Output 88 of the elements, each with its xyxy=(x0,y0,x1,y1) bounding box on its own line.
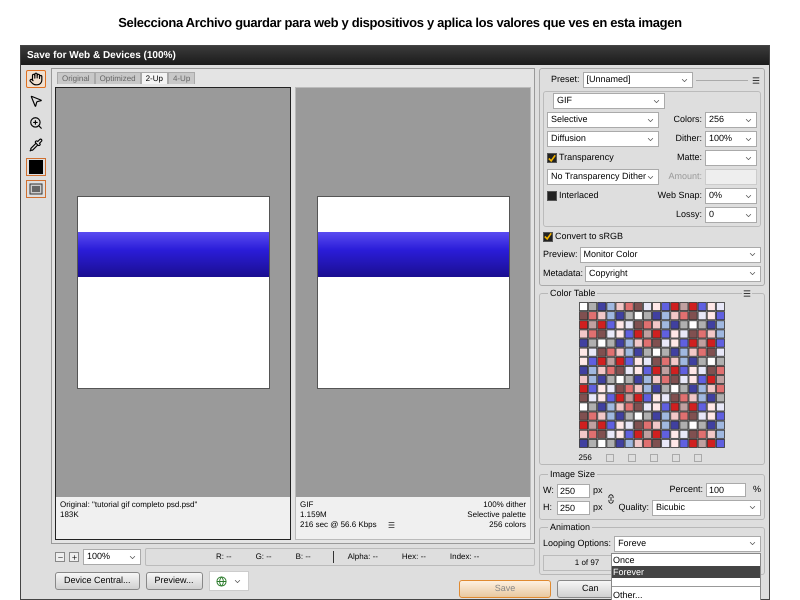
looping-dropdown[interactable]: Foreve xyxy=(614,536,761,552)
checkbox[interactable] xyxy=(543,232,553,242)
field-label: Percent: xyxy=(669,482,703,496)
info-text: GIF xyxy=(300,500,314,510)
tool-button[interactable] xyxy=(26,70,46,88)
quality-dropdown[interactable]: Bicubic xyxy=(652,500,761,516)
chevron-icon xyxy=(748,539,757,548)
preview-pane[interactable]: GIF 1.159M 216 sec @ 56.6 Kbps 100% dither Selective palette 256 colors xyxy=(295,87,531,540)
info-text: 1.159M xyxy=(300,510,327,520)
readout-text: G: -- xyxy=(256,551,272,563)
format-dropdown[interactable]: GIF xyxy=(553,93,665,109)
field-label: Amount: xyxy=(668,170,702,184)
menu-item[interactable]: Forever xyxy=(612,566,760,578)
tool-button[interactable] xyxy=(26,158,46,176)
tool-button[interactable] xyxy=(26,180,46,198)
zoom-icon xyxy=(29,116,43,130)
group-title: Image Size xyxy=(548,468,598,480)
readout-text: Alpha: -- xyxy=(348,551,378,563)
readout-text: Hex: -- xyxy=(402,551,426,563)
globe-icon xyxy=(216,576,227,586)
zoom-dropdown[interactable]: 100% xyxy=(83,549,141,565)
dialog-button[interactable]: Preview... xyxy=(146,572,203,590)
metadata-dropdown[interactable]: Copyright xyxy=(585,266,761,282)
unit-label: % xyxy=(752,482,761,496)
unit-label: px xyxy=(593,500,603,514)
info-text: 216 sec @ 56.6 Kbps xyxy=(300,520,377,530)
field-label: Matte: xyxy=(676,151,702,164)
panel-menu-icon[interactable] xyxy=(751,76,761,84)
view-tab[interactable]: 4-Up xyxy=(168,72,196,84)
info-text: Selective palette xyxy=(467,510,526,520)
info-text: Original: "tutorial gif completo psd.psd" xyxy=(60,500,198,510)
readout-text: R: -- xyxy=(216,551,232,563)
info-text: 256 colors xyxy=(489,520,526,530)
unit-label: px xyxy=(593,484,603,497)
dropdown[interactable]: 256 xyxy=(705,112,757,128)
size-field[interactable]: 250 xyxy=(557,484,590,498)
preset-dropdown[interactable]: [Unnamed] xyxy=(582,72,693,88)
color-count: 256 xyxy=(578,452,592,464)
group-title: Color Table xyxy=(548,288,598,298)
field-label: Metadata: xyxy=(543,266,584,280)
field-label: H: xyxy=(543,500,553,514)
chevron-icon xyxy=(748,250,757,259)
dropdown[interactable]: 0 xyxy=(705,207,757,223)
readout-text: B: -- xyxy=(296,551,311,563)
browser-dropdown[interactable] xyxy=(208,571,249,591)
pointer-icon xyxy=(29,94,43,108)
size-field[interactable]: 250 xyxy=(557,500,590,514)
group-title: Animation xyxy=(548,522,592,532)
plus-icon xyxy=(70,554,78,560)
field-label: Quality: xyxy=(618,500,650,514)
dialog-button[interactable]: Device Central... xyxy=(55,572,140,590)
slices-icon xyxy=(29,182,43,196)
dropdown[interactable]: 0% xyxy=(705,188,757,204)
eyedropper-icon xyxy=(29,138,43,152)
chevron-icon xyxy=(748,503,757,512)
checkbox-label: Interlaced xyxy=(559,189,599,202)
checkbox[interactable] xyxy=(547,191,557,201)
field-label: Lossy: xyxy=(676,208,702,222)
zoom-in-button[interactable] xyxy=(69,552,79,562)
checkbox[interactable] xyxy=(547,153,557,163)
field-label: Preview: xyxy=(543,248,578,261)
info-text: 183K xyxy=(60,510,79,520)
menu-item[interactable]: Once xyxy=(612,554,760,566)
dropdown[interactable]: Diffusion xyxy=(547,131,659,147)
field-label: Colors: xyxy=(673,113,702,126)
instruction-heading: Selecciona Archivo guardar para web y dispositivos y aplica los valores que ves en esta imagen xyxy=(118,14,682,32)
dropdown[interactable]: Selective xyxy=(547,112,659,128)
field-label: Web Snap: xyxy=(658,189,702,202)
view-tab[interactable]: 2-Up xyxy=(140,72,168,84)
info-text: 100% dither xyxy=(483,500,526,510)
field-label: Preset: xyxy=(551,73,580,86)
menu-icon[interactable] xyxy=(386,521,396,529)
chevron-icon xyxy=(748,269,757,278)
field-label: Looping Options: xyxy=(543,536,612,550)
field-label: Dither: xyxy=(675,132,702,146)
color-swatch-icon xyxy=(29,160,43,174)
field-label: W: xyxy=(543,484,554,497)
checkbox-label: Convert to sRGB xyxy=(555,230,624,243)
preview-pane[interactable]: Original: "tutorial gif completo psd.psd" 183K xyxy=(55,87,291,540)
zoom-out-button[interactable] xyxy=(55,552,65,562)
dropdown[interactable]: No Transparency Dither xyxy=(547,169,659,185)
percent-field[interactable]: 100 xyxy=(706,482,746,496)
preview-dropdown[interactable]: Monitor Color xyxy=(580,246,761,262)
hand-icon xyxy=(29,72,43,86)
dropdown[interactable]: 100% xyxy=(705,131,757,147)
readout-text: Index: -- xyxy=(450,551,480,563)
window-title: Save for Web & Devices (100%) xyxy=(27,49,176,63)
checkbox-label: Transparency xyxy=(559,151,614,164)
